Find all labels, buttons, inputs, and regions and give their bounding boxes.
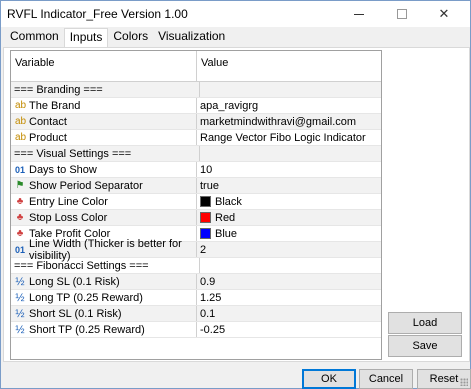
- parameter-value: 1.25: [200, 291, 222, 304]
- column-header-value[interactable]: Value: [197, 51, 381, 81]
- parameter-value: Blue: [215, 227, 238, 240]
- string-type-icon: ab: [15, 116, 27, 127]
- parameter-value: Red: [215, 211, 236, 224]
- parameter-value: 2: [200, 243, 207, 256]
- parameter-value-cell[interactable]: Range Vector Fibo Logic Indicator: [197, 130, 381, 145]
- parameter-value-cell: [200, 146, 381, 161]
- close-button[interactable]: ✕: [426, 1, 462, 27]
- parameter-row[interactable]: ♣ Stop Loss Color Red: [11, 210, 381, 226]
- group-header-row[interactable]: === Visual Settings ===: [11, 146, 381, 162]
- parameter-value-cell[interactable]: 10: [197, 162, 381, 177]
- parameter-value-cell: [200, 258, 381, 273]
- parameter-row[interactable]: ab Contact marketmindwithravi@gmail.com: [11, 114, 381, 130]
- parameter-value-cell[interactable]: 0.1: [197, 306, 381, 321]
- parameter-value: 10: [200, 163, 213, 176]
- parameter-value: -0.25: [200, 323, 226, 336]
- parameter-label: Stop Loss Color: [29, 211, 108, 224]
- ok-button[interactable]: OK: [302, 369, 356, 389]
- double-type-icon: ½: [15, 275, 25, 288]
- parameter-label: Days to Show: [29, 163, 97, 176]
- save-button[interactable]: Save: [388, 335, 462, 357]
- parameter-value-cell[interactable]: 0.9: [197, 274, 381, 289]
- parameter-row[interactable]: 01 Line Width (Thicker is better for visi…: [11, 238, 381, 262]
- parameter-value: marketmindwithravi@gmail.com: [200, 115, 357, 128]
- double-type-icon: ½: [15, 307, 25, 320]
- parameter-value-cell[interactable]: apa_ravigrg: [197, 98, 381, 113]
- color-swatch: [200, 228, 211, 239]
- parameter-value-cell[interactable]: -0.25: [197, 322, 381, 337]
- parameter-row[interactable]: ab The Brand apa_ravigrg: [11, 98, 381, 114]
- parameter-label: The Brand: [29, 99, 81, 112]
- grid-header: Variable Value: [11, 51, 381, 82]
- minimize-icon: [354, 13, 364, 15]
- parameter-label: === Fibonacci Settings ===: [14, 259, 149, 272]
- parameter-row[interactable]: ♣ Entry Line Color Black: [11, 194, 381, 210]
- parameter-label: Contact: [29, 115, 67, 128]
- string-type-icon: ab: [15, 100, 27, 111]
- parameter-label: Long TP (0.25 Reward): [29, 291, 143, 304]
- tab-common[interactable]: Common: [5, 28, 64, 46]
- integer-type-icon: 01: [15, 164, 26, 175]
- parameter-value-cell[interactable]: 2: [197, 242, 381, 257]
- tab-inputs[interactable]: Inputs: [63, 28, 109, 48]
- parameter-label: Long SL (0.1 Risk): [29, 275, 120, 288]
- title-bar: RVFL Indicator_Free Version 1.00 ✕: [1, 1, 470, 27]
- parameter-value-cell[interactable]: marketmindwithravi@gmail.com: [197, 114, 381, 129]
- parameter-value-cell[interactable]: Blue: [197, 226, 381, 241]
- color-type-icon: ♣: [16, 212, 24, 223]
- column-header-variable[interactable]: Variable: [11, 51, 197, 81]
- parameter-value: 0.9: [200, 275, 216, 288]
- resize-grip-icon[interactable]: [460, 378, 468, 386]
- parameter-label: Show Period Separator: [29, 179, 143, 192]
- string-type-icon: ab: [15, 132, 27, 143]
- cancel-button[interactable]: Cancel: [359, 369, 413, 389]
- parameter-row[interactable]: ab Product Range Vector Fibo Logic Indicat…: [11, 130, 381, 146]
- group-header-row[interactable]: === Fibonacci Settings ===: [11, 258, 381, 274]
- parameter-value: true: [200, 179, 219, 192]
- color-type-icon: ♣: [16, 228, 24, 239]
- double-type-icon: ½: [15, 323, 25, 336]
- parameter-label: Product: [29, 131, 67, 144]
- parameter-row[interactable]: ½ Short SL (0.1 Risk) 0.1: [11, 306, 381, 322]
- parameter-value-cell[interactable]: Red: [197, 210, 381, 225]
- parameter-row[interactable]: ½ Long TP (0.25 Reward) 1.25: [11, 290, 381, 306]
- indicator-dialog: RVFL Indicator_Free Version 1.00 ✕ Commo…: [0, 0, 471, 389]
- tab-colors[interactable]: Colors: [108, 28, 153, 46]
- integer-type-icon: 01: [15, 244, 26, 255]
- parameter-label: === Branding ===: [14, 83, 103, 96]
- load-button[interactable]: Load: [388, 312, 462, 334]
- parameter-row[interactable]: 01 Days to Show 10: [11, 162, 381, 178]
- bool-type-icon: ⚑: [15, 180, 25, 191]
- parameter-value-cell: [200, 82, 381, 97]
- color-swatch: [200, 196, 211, 207]
- parameter-label: Short SL (0.1 Risk): [29, 307, 122, 320]
- parameter-row[interactable]: ½ Short TP (0.25 Reward) -0.25: [11, 322, 381, 338]
- parameter-value-cell[interactable]: true: [197, 178, 381, 193]
- parameter-label: Short TP (0.25 Reward): [29, 323, 145, 336]
- close-icon: ✕: [438, 6, 450, 21]
- parameter-value: Black: [215, 195, 242, 208]
- parameter-value: apa_ravigrg: [200, 99, 259, 112]
- parameter-row[interactable]: ⚑ Show Period Separator true: [11, 178, 381, 194]
- tab-strip: Common Inputs Colors Visualization: [5, 28, 230, 48]
- color-swatch: [200, 212, 211, 223]
- maximize-icon: [397, 9, 407, 19]
- parameter-label: === Visual Settings ===: [14, 147, 132, 160]
- parameter-label: Entry Line Color: [29, 195, 108, 208]
- inputs-grid: Variable Value === Branding === ab The Bra…: [10, 50, 382, 360]
- color-type-icon: ♣: [16, 196, 24, 207]
- parameter-value: 0.1: [200, 307, 216, 320]
- minimize-button[interactable]: [341, 1, 377, 27]
- tab-visualization[interactable]: Visualization: [153, 28, 230, 46]
- group-header-row[interactable]: === Branding ===: [11, 82, 381, 98]
- parameter-row[interactable]: ½ Long SL (0.1 Risk) 0.9: [11, 274, 381, 290]
- parameter-value: Range Vector Fibo Logic Indicator: [200, 131, 366, 144]
- maximize-button[interactable]: [384, 1, 420, 27]
- window-title: RVFL Indicator_Free Version 1.00: [7, 7, 188, 21]
- parameter-value-cell[interactable]: Black: [197, 194, 381, 209]
- double-type-icon: ½: [15, 291, 25, 304]
- grid-rows: === Branding === ab The Brand apa_ravigrg ab…: [11, 82, 381, 338]
- parameter-value-cell[interactable]: 1.25: [197, 290, 381, 305]
